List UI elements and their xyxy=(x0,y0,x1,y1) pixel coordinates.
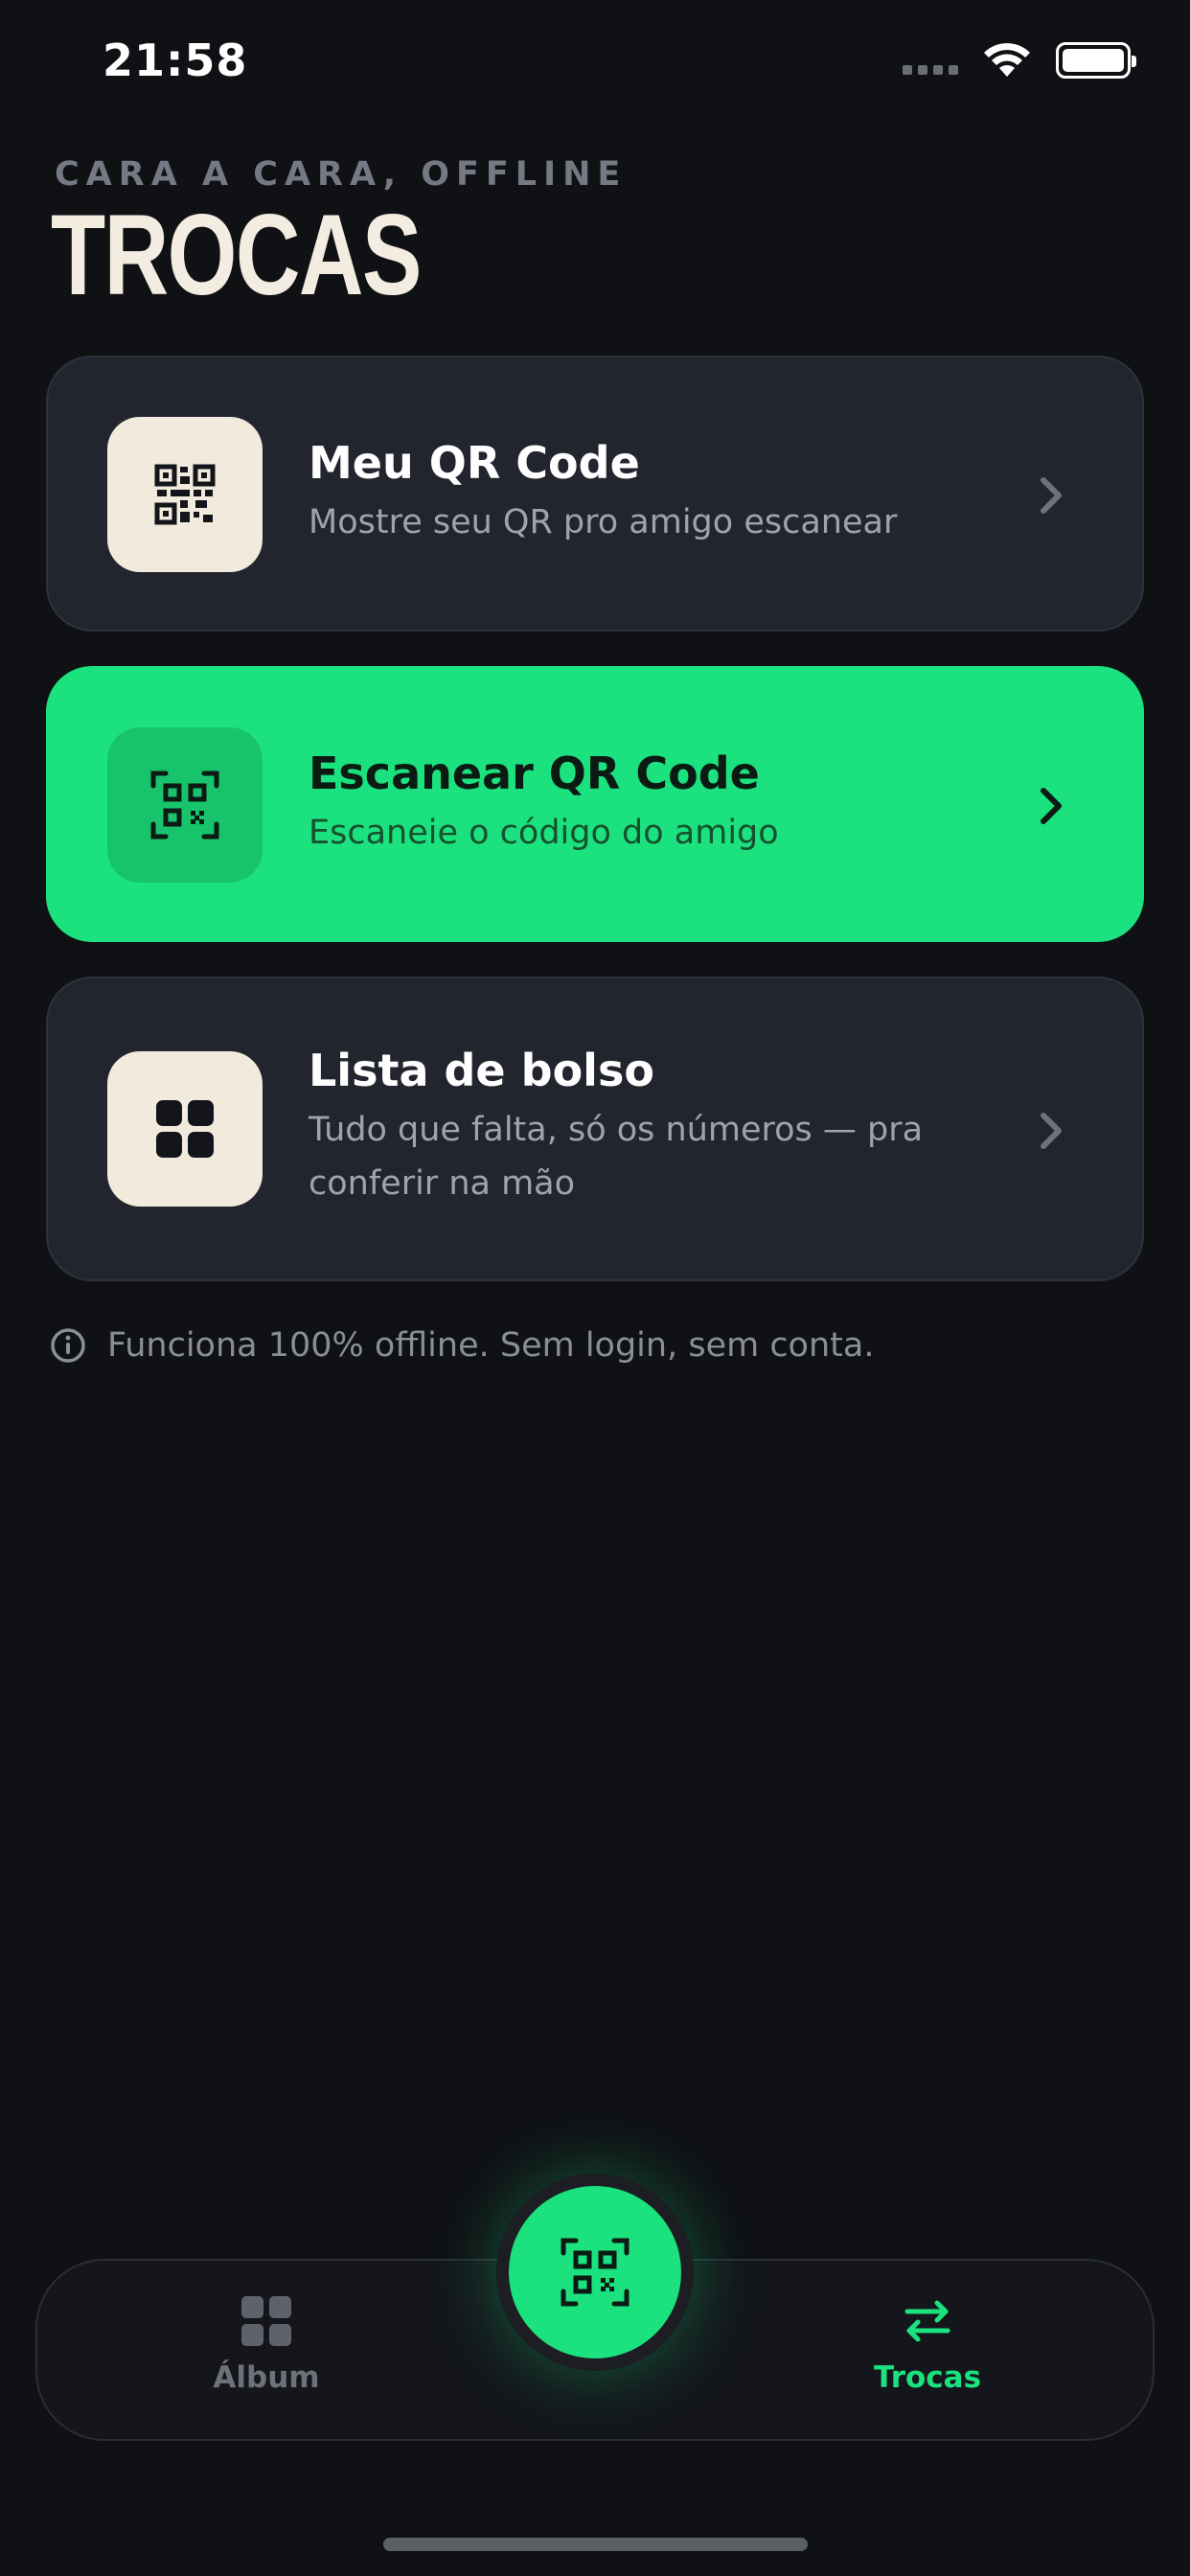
card-subtitle: Escaneie o código do amigo xyxy=(309,814,779,853)
page-title: TROCAS xyxy=(51,191,422,319)
wifi-icon xyxy=(984,43,1030,77)
chevron-right-icon xyxy=(1041,788,1062,824)
swap-arrows-icon xyxy=(904,2300,950,2342)
scan-qr-code-card[interactable]: Escanear QR Code Escaneie o código do am… xyxy=(46,666,1144,942)
scan-fab-button[interactable] xyxy=(509,2186,681,2358)
tab-label: Trocas xyxy=(873,2360,982,2395)
my-qr-code-card[interactable]: Meu QR Code Mostre seu QR pro amigo esca… xyxy=(46,356,1144,632)
qr-scan-icon-box xyxy=(107,727,263,883)
chevron-right-icon xyxy=(1041,1113,1062,1149)
screen: 21:58 CARA A CARA, OFFLINE TROCAS Meu QR… xyxy=(0,0,1190,2576)
qr-scan-icon xyxy=(561,2238,629,2307)
info-icon xyxy=(51,1328,85,1363)
grid-icon-box xyxy=(107,1051,263,1207)
qr-code-icon-box xyxy=(107,417,263,572)
card-title: Lista de bolso xyxy=(309,1045,654,1096)
battery-icon xyxy=(1056,42,1136,79)
tab-album[interactable]: Álbum xyxy=(151,2295,381,2395)
card-subtitle: Mostre seu QR pro amigo escanear xyxy=(309,503,898,542)
signal-icon xyxy=(903,65,958,75)
pocket-list-card[interactable]: Lista de bolso Tudo que falta, só os núm… xyxy=(46,977,1144,1281)
info-text: Funciona 100% offline. Sem login, sem co… xyxy=(107,1326,875,1365)
status-time: 21:58 xyxy=(103,34,248,86)
qr-code-icon xyxy=(154,464,216,525)
tab-trocas[interactable]: Trocas xyxy=(812,2295,1042,2395)
scan-fab-ring xyxy=(496,2174,694,2371)
page-eyebrow: CARA A CARA, OFFLINE xyxy=(55,155,628,194)
chevron-right-icon xyxy=(1041,477,1062,514)
grid-icon xyxy=(241,2296,291,2346)
grid-icon xyxy=(156,1100,214,1158)
card-title: Meu QR Code xyxy=(309,437,640,489)
home-indicator xyxy=(383,2538,808,2551)
tab-label: Álbum xyxy=(213,2360,320,2395)
card-subtitle: Tudo que falta, só os números — pra conf… xyxy=(309,1111,924,1204)
offline-info-note: Funciona 100% offline. Sem login, sem co… xyxy=(50,1326,874,1365)
qr-scan-icon xyxy=(150,770,219,840)
status-icons xyxy=(903,42,1136,79)
card-title: Escanear QR Code xyxy=(309,748,760,799)
